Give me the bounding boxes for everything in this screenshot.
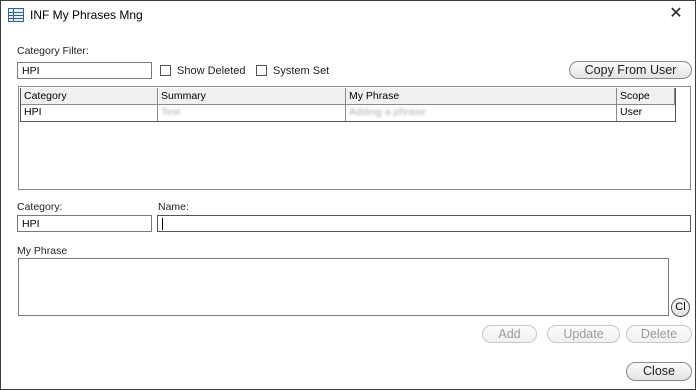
category-label: Category: <box>17 201 63 213</box>
delete-button[interactable]: Delete <box>626 325 692 343</box>
my-phrase-textarea[interactable] <box>18 258 669 316</box>
summary-text: Test <box>161 106 181 118</box>
phrase-text: Adding a phrase <box>349 106 426 118</box>
system-set-checkbox[interactable] <box>256 65 267 76</box>
show-deleted-label: Show Deleted <box>177 65 246 77</box>
phrases-table: Category Summary My Phrase Scope HPI Tes… <box>18 86 691 190</box>
cell-my-phrase[interactable]: Adding a phrase <box>346 105 617 121</box>
text-cursor <box>162 218 163 230</box>
cell-category[interactable]: HPI <box>21 105 158 121</box>
column-header-scope[interactable]: Scope <box>617 88 675 105</box>
column-header-my-phrase[interactable]: My Phrase <box>346 88 617 105</box>
phrases-window: INF My Phrases Mng ✕ Category Filter: HP… <box>0 0 696 390</box>
category-filter-label: Category Filter: <box>17 45 89 57</box>
column-header-category[interactable]: Category <box>21 88 158 105</box>
add-button[interactable]: Add <box>482 325 537 343</box>
table-icon <box>8 8 24 22</box>
table-body: Category Summary My Phrase Scope HPI Tes… <box>20 88 676 122</box>
my-phrase-label: My Phrase <box>17 245 68 257</box>
name-input[interactable] <box>157 215 691 232</box>
update-button[interactable]: Update <box>547 325 620 343</box>
clear-button[interactable]: Cl <box>671 298 690 317</box>
show-deleted-checkbox[interactable] <box>160 65 171 76</box>
column-header-summary[interactable]: Summary <box>158 88 346 105</box>
system-set-label: System Set <box>273 65 330 77</box>
title-bar: INF My Phrases Mng ✕ <box>1 1 695 31</box>
category-filter-input[interactable]: HPI <box>17 62 152 79</box>
window-title: INF My Phrases Mng <box>30 8 143 22</box>
cell-summary[interactable]: Test <box>158 105 346 121</box>
category-input[interactable]: HPI <box>17 215 152 232</box>
copy-from-user-button[interactable]: Copy From User <box>569 61 692 79</box>
name-label: Name: <box>158 201 189 213</box>
close-icon[interactable]: ✕ <box>667 5 685 23</box>
close-button[interactable]: Close <box>626 362 692 381</box>
cell-scope[interactable]: User <box>617 105 675 121</box>
